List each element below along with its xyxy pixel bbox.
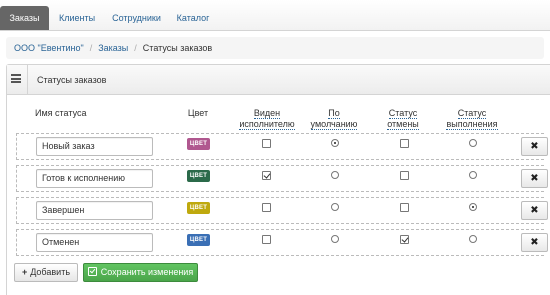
status-name-input[interactable]: Завершен bbox=[36, 201, 153, 220]
visible-checkbox[interactable] bbox=[262, 171, 271, 180]
column-header-complete-line1: Статус bbox=[457, 108, 487, 119]
column-header-color: Цвет bbox=[187, 108, 209, 118]
complete-radio[interactable] bbox=[469, 235, 477, 243]
column-header-complete[interactable]: Статус выполнения bbox=[442, 108, 502, 130]
color-badge[interactable]: ЦВЕТ bbox=[187, 138, 210, 150]
add-button-label: Добавить bbox=[30, 267, 71, 277]
tab-clients[interactable]: Клиенты bbox=[49, 6, 105, 30]
column-header-default[interactable]: По умолчанию bbox=[307, 108, 361, 130]
checkbox-ok-icon bbox=[87, 267, 97, 276]
default-radio[interactable] bbox=[331, 203, 339, 211]
cancel-checkbox[interactable] bbox=[400, 139, 409, 148]
column-header-default-line2: умолчанию bbox=[310, 119, 358, 130]
color-badge[interactable]: ЦВЕТ bbox=[187, 170, 210, 182]
cancel-checkbox[interactable] bbox=[400, 171, 409, 180]
color-badge[interactable]: ЦВЕТ bbox=[187, 234, 210, 246]
panel-title: Статусы заказов bbox=[37, 75, 107, 85]
complete-radio[interactable] bbox=[469, 171, 477, 179]
complete-radio[interactable] bbox=[469, 203, 477, 211]
plus-icon: + bbox=[21, 267, 28, 277]
visible-checkbox[interactable] bbox=[262, 203, 271, 212]
panel-header: Статусы заказов bbox=[7, 65, 550, 95]
list-icon bbox=[11, 74, 21, 83]
column-header-visible-line2: исполнителю bbox=[239, 119, 295, 130]
delete-button[interactable]: ✖ bbox=[521, 137, 548, 156]
save-button-label: Сохранить изменения bbox=[100, 267, 194, 277]
status-name-input[interactable]: Отменен bbox=[36, 233, 153, 252]
status-name-input[interactable]: Готов к исполнению bbox=[36, 169, 153, 188]
breadcrumb-separator: / bbox=[89, 43, 93, 53]
delete-button[interactable]: ✖ bbox=[521, 169, 548, 188]
column-header-complete-line2: выполнения bbox=[446, 119, 498, 130]
tab-employees[interactable]: Сотрудники bbox=[105, 6, 168, 30]
complete-radio[interactable] bbox=[469, 139, 477, 147]
cancel-checkbox[interactable] bbox=[400, 203, 409, 212]
default-radio[interactable] bbox=[331, 235, 339, 243]
color-badge[interactable]: ЦВЕТ bbox=[187, 202, 210, 214]
default-radio[interactable] bbox=[331, 171, 339, 179]
column-header-cancel[interactable]: Статус отмены bbox=[378, 108, 428, 130]
close-icon: ✖ bbox=[530, 237, 539, 248]
breadcrumb: ООО "Евентино" / Заказы / Статусы заказов bbox=[6, 37, 544, 59]
visible-checkbox[interactable] bbox=[262, 139, 271, 148]
delete-button[interactable]: ✖ bbox=[521, 233, 548, 252]
close-icon: ✖ bbox=[530, 205, 539, 216]
breadcrumb-current: Статусы заказов bbox=[142, 43, 213, 53]
status-name-input[interactable]: Новый заказ bbox=[36, 137, 153, 156]
add-status-button[interactable]: + Добавить bbox=[14, 263, 78, 282]
top-nav: Заказы Клиенты Сотрудники Каталог bbox=[0, 0, 550, 31]
delete-button[interactable]: ✖ bbox=[521, 201, 548, 220]
default-radio[interactable] bbox=[331, 139, 339, 147]
tab-orders[interactable]: Заказы bbox=[0, 6, 49, 30]
header-divider bbox=[27, 65, 28, 95]
column-header-visible-line1: Виден bbox=[253, 108, 281, 119]
column-header-name: Имя статуса bbox=[35, 108, 87, 118]
column-header-default-line1: По bbox=[328, 108, 340, 119]
save-changes-button[interactable]: Сохранить изменения bbox=[83, 263, 198, 282]
tab-catalog[interactable]: Каталог bbox=[168, 6, 218, 30]
close-icon: ✖ bbox=[530, 173, 539, 184]
close-icon: ✖ bbox=[530, 141, 539, 152]
breadcrumb-separator: / bbox=[134, 43, 137, 53]
visible-checkbox[interactable] bbox=[262, 235, 271, 244]
column-header-visible[interactable]: Виден исполнителю bbox=[237, 108, 297, 130]
column-header-cancel-line2: отмены bbox=[387, 119, 419, 130]
breadcrumb-company[interactable]: ООО "Евентино" bbox=[14, 43, 84, 53]
column-header-cancel-line1: Статус bbox=[388, 108, 418, 119]
cancel-checkbox[interactable] bbox=[400, 235, 409, 244]
breadcrumb-orders[interactable]: Заказы bbox=[98, 43, 128, 53]
